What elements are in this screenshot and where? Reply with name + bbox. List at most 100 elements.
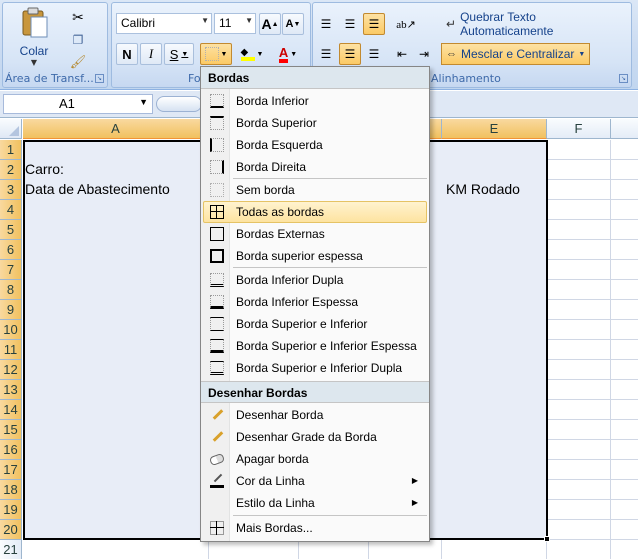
double-bottom-border-icon bbox=[210, 273, 224, 287]
menu-item-label: Borda Esquerda bbox=[236, 138, 323, 152]
menu-item-line-style[interactable]: Estilo da Linha ▶ bbox=[203, 492, 427, 514]
row-header[interactable]: 16 bbox=[0, 440, 22, 460]
row-header[interactable]: 18 bbox=[0, 480, 22, 500]
underline-button[interactable]: S ▼ bbox=[164, 43, 194, 65]
menu-item-left-border[interactable]: Borda Esquerda bbox=[203, 134, 427, 156]
eraser-icon bbox=[208, 452, 226, 466]
menu-item-bottom-border[interactable]: Borda Inferior bbox=[203, 90, 427, 112]
row-header[interactable]: 13 bbox=[0, 380, 22, 400]
menu-item-top-double-bottom-border[interactable]: Borda Superior e Inferior Dupla bbox=[203, 357, 427, 379]
align-right-button[interactable]: ☰ bbox=[363, 43, 385, 65]
menu-item-double-bottom-border[interactable]: Borda Inferior Dupla bbox=[203, 269, 427, 291]
menu-item-label: Borda Superior e Inferior bbox=[236, 317, 368, 331]
menu-item-label: Todas as bordas bbox=[236, 205, 325, 219]
formula-bar-resize-handle[interactable] bbox=[156, 96, 202, 112]
menu-item-label: Desenhar Borda bbox=[236, 408, 324, 422]
align-center-button[interactable]: ☰ bbox=[339, 43, 361, 65]
clipboard-group-label: Área de Transf... bbox=[5, 72, 94, 85]
cut-button[interactable]: ✂ bbox=[67, 7, 89, 29]
align-bottom-button[interactable]: ☰ bbox=[363, 13, 385, 35]
wrap-text-label: Quebrar Texto Automaticamente bbox=[460, 10, 554, 38]
row-header[interactable]: 10 bbox=[0, 320, 22, 340]
column-header-g[interactable] bbox=[611, 119, 638, 139]
row-header[interactable]: 11 bbox=[0, 340, 22, 360]
grow-font-button[interactable]: A ▲ bbox=[259, 13, 281, 35]
align-top-button[interactable]: ☰ bbox=[315, 13, 337, 35]
row-header[interactable]: 7 bbox=[0, 260, 22, 280]
grow-font-label: A bbox=[261, 16, 272, 32]
format-painter-button[interactable]: 🖌 bbox=[67, 51, 89, 73]
chevron-down-icon: ▼ bbox=[139, 97, 148, 107]
font-size-combo[interactable]: 11 ▼ bbox=[214, 13, 256, 34]
menu-item-draw-border[interactable]: Desenhar Borda bbox=[203, 404, 427, 426]
column-header-label: A bbox=[111, 121, 120, 136]
dialog-launcher-icon[interactable]: ↘ bbox=[619, 74, 628, 83]
border-top-icon bbox=[210, 116, 224, 130]
row-header[interactable]: 2 bbox=[0, 160, 22, 180]
copy-button[interactable]: ❐ bbox=[67, 29, 89, 51]
column-header-f[interactable]: F bbox=[547, 119, 611, 139]
menu-item-line-color[interactable]: Cor da Linha ▶ bbox=[203, 470, 427, 492]
row-header[interactable]: 8 bbox=[0, 280, 22, 300]
select-all-button[interactable] bbox=[0, 119, 22, 139]
bold-button[interactable]: N bbox=[116, 43, 138, 65]
row-header[interactable]: 17 bbox=[0, 460, 22, 480]
increase-indent-button[interactable]: ⇥ bbox=[413, 43, 435, 65]
menu-item-top-thick-bottom-border[interactable]: Borda Superior e Inferior Espessa bbox=[203, 335, 427, 357]
row-header[interactable]: 12 bbox=[0, 360, 22, 380]
font-name-value: Calibri bbox=[121, 16, 156, 30]
row-header[interactable]: 14 bbox=[0, 400, 22, 420]
menu-item-draw-border-grid[interactable]: Desenhar Grade da Borda bbox=[203, 426, 427, 448]
row-header[interactable]: 5 bbox=[0, 220, 22, 240]
align-left-icon: ☰ bbox=[320, 46, 332, 61]
row-header[interactable]: 3 bbox=[0, 180, 22, 200]
row-header[interactable]: 20 bbox=[0, 520, 22, 540]
wrap-text-button[interactable]: ↵ Quebrar Texto Automaticamente bbox=[441, 10, 631, 38]
italic-button[interactable]: I bbox=[140, 43, 162, 65]
menu-item-erase-border[interactable]: Apagar borda bbox=[203, 448, 427, 470]
row-header[interactable]: 19 bbox=[0, 500, 22, 520]
dialog-launcher-icon[interactable]: ↘ bbox=[95, 74, 104, 83]
orientation-button[interactable]: ab↗ bbox=[391, 13, 421, 35]
row-header[interactable]: 1 bbox=[0, 140, 22, 160]
menu-item-top-border[interactable]: Borda Superior bbox=[203, 112, 427, 134]
name-box-value: A1 bbox=[59, 96, 75, 111]
cell-a2[interactable]: Carro: bbox=[25, 161, 64, 177]
chevron-down-icon: ▼ bbox=[578, 50, 586, 58]
submenu-arrow-icon: ▶ bbox=[411, 498, 418, 507]
column-header-e[interactable]: E bbox=[442, 119, 547, 139]
cell-e3[interactable]: KM Rodado bbox=[446, 181, 520, 197]
outside-borders-icon bbox=[210, 227, 224, 241]
column-header-a[interactable]: A bbox=[23, 119, 209, 139]
menu-item-more-borders[interactable]: Mais Bordas... bbox=[203, 517, 427, 539]
submenu-arrow-icon: ▶ bbox=[411, 476, 418, 485]
borders-button[interactable]: ▼ bbox=[200, 43, 232, 65]
shrink-font-button[interactable]: A ▼ bbox=[282, 13, 304, 35]
menu-item-label: Borda superior espessa bbox=[236, 249, 363, 263]
align-right-icon: ☰ bbox=[368, 46, 380, 61]
align-left-button[interactable]: ☰ bbox=[315, 43, 337, 65]
menu-item-top-bottom-border[interactable]: Borda Superior e Inferior bbox=[203, 313, 427, 335]
decrease-indent-button[interactable]: ⇤ bbox=[391, 43, 413, 65]
fill-color-button[interactable]: ◆ ▼ bbox=[236, 43, 268, 65]
menu-item-no-border[interactable]: Sem borda bbox=[203, 179, 427, 201]
menu-item-outside-borders[interactable]: Bordas Externas bbox=[203, 223, 427, 245]
align-middle-button[interactable]: ☰ bbox=[339, 13, 361, 35]
menu-item-thick-box-border[interactable]: Borda superior espessa bbox=[203, 245, 427, 267]
font-name-combo[interactable]: Calibri ▼ bbox=[116, 13, 212, 34]
paste-button[interactable]: Colar ▼ bbox=[13, 7, 55, 67]
menu-item-right-border[interactable]: Borda Direita bbox=[203, 156, 427, 178]
menu-item-thick-bottom-border[interactable]: Borda Inferior Espessa bbox=[203, 291, 427, 313]
font-color-button[interactable]: A ▼ bbox=[272, 43, 304, 65]
menu-item-all-borders[interactable]: Todas as bordas bbox=[203, 201, 427, 223]
row-header[interactable]: 15 bbox=[0, 420, 22, 440]
merge-center-button[interactable]: ⇔ Mesclar e Centralizar ▼ bbox=[441, 43, 591, 65]
name-box[interactable]: A1 ▼ bbox=[3, 94, 153, 114]
row-header[interactable]: 6 bbox=[0, 240, 22, 260]
row-header[interactable]: 9 bbox=[0, 300, 22, 320]
fill-handle[interactable] bbox=[544, 536, 550, 542]
cell-a3[interactable]: Data de Abastecimento bbox=[25, 181, 170, 197]
row-header[interactable]: 4 bbox=[0, 200, 22, 220]
menu-item-label: Borda Direita bbox=[236, 160, 307, 174]
row-header[interactable]: 21 bbox=[0, 540, 22, 559]
